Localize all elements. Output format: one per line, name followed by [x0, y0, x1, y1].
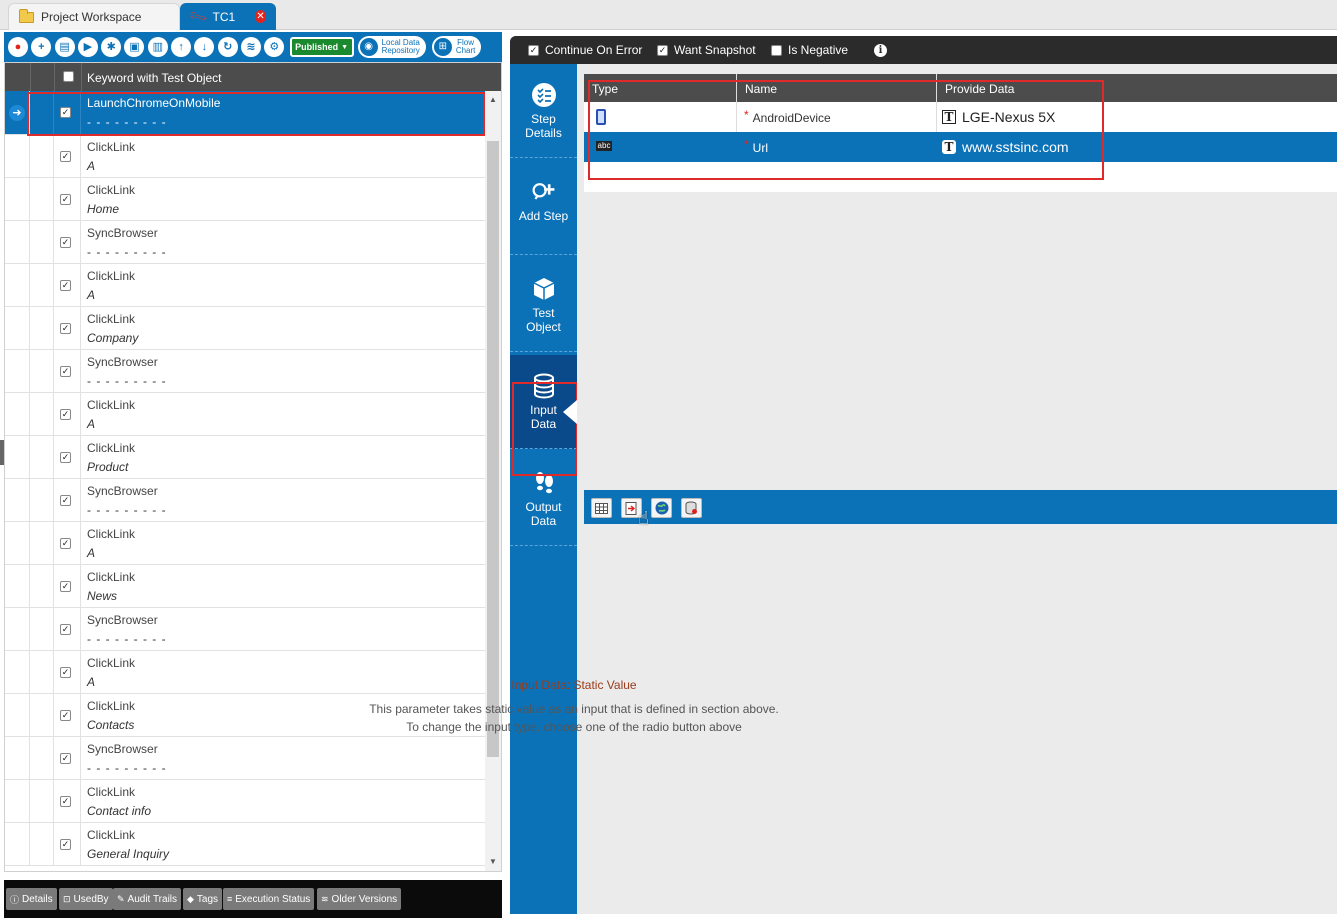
tab-project-workspace-label: Project Workspace [41, 10, 142, 24]
tab-bar: Project Workspace 🔧︎ TC1 ✕ [0, 0, 1337, 30]
arrow-up-icon: ↑ [178, 40, 184, 53]
flow-chart-button[interactable]: ⊞ Flow Chart [431, 36, 482, 58]
gear-icon: ⚙ [269, 40, 280, 53]
info-icon[interactable]: i [874, 44, 887, 57]
continue-on-error-checkbox[interactable]: ✓ [528, 44, 539, 56]
refresh-icon: ↻ [223, 40, 233, 53]
want-snapshot-label: Want Snapshot [674, 43, 756, 57]
is-negative-label: Is Negative [788, 43, 849, 57]
is-negative-option[interactable]: Is Negative [771, 43, 848, 57]
tab-tc1-label: TC1 [212, 9, 236, 24]
table-view-button[interactable]: ▤ [54, 37, 75, 57]
record-button[interactable]: ● [8, 37, 28, 57]
save-button[interactable]: ▣ [124, 37, 145, 57]
layers-button[interactable]: ≋ [240, 37, 261, 57]
table-icon: ▤ [59, 40, 70, 53]
flow-chart-line2: Chart [455, 46, 476, 55]
wrench-icon: 🔧︎ [187, 5, 209, 27]
record-icon: ● [14, 40, 22, 53]
current-step-arrow-icon: ➜ [9, 105, 25, 121]
message-title: Input Data: Static Value [511, 678, 637, 692]
message-line-1: This parameter takes static value as an … [369, 702, 779, 716]
want-snapshot-option[interactable]: ✓ Want Snapshot [657, 43, 756, 57]
local-data-repository-button[interactable]: ◉ Local Data Repository [357, 36, 426, 58]
debug-button[interactable]: ✱ [101, 37, 122, 57]
collapse-handle[interactable] [0, 440, 4, 465]
flow-chart-label: Flow Chart [456, 39, 476, 55]
flow-chart-icon: ⊞ [433, 38, 452, 56]
move-up-button[interactable]: ↑ [171, 37, 192, 57]
plus-icon: + [38, 40, 45, 53]
continue-on-error-label: Continue On Error [545, 43, 643, 57]
move-down-button[interactable]: ↓ [194, 37, 215, 57]
layers-icon: ≋ [246, 40, 256, 53]
published-label: Published [295, 42, 339, 52]
trash-icon: ▥ [152, 40, 163, 53]
published-status-dropdown[interactable]: Published ▼ [289, 37, 354, 57]
tab-project-workspace[interactable]: Project Workspace [8, 3, 180, 30]
folder-icon [19, 8, 34, 23]
delete-button[interactable]: ▥ [147, 37, 168, 57]
refresh-button[interactable]: ↻ [217, 37, 238, 57]
tab-tc1[interactable]: 🔧︎ TC1 ✕ [180, 3, 276, 30]
add-step-button[interactable]: + [31, 37, 52, 57]
message-line-2: To change the input type, choose one of … [406, 720, 742, 734]
step-editor-panel: ✓ Continue On Error ✓ Want Snapshot Is N… [369, 36, 1337, 914]
input-data-message: Input Data: Static Value This parameter … [37, 64, 797, 914]
play-icon: ▶ [83, 40, 93, 53]
settings-button[interactable]: ⚙ [264, 37, 285, 57]
continue-on-error-option[interactable]: ✓ Continue On Error [528, 43, 642, 57]
bug-icon: ✱ [106, 40, 116, 53]
info-icon: ⓘ [10, 894, 20, 905]
run-button[interactable]: ▶ [77, 37, 98, 57]
save-icon: ▣ [129, 40, 140, 53]
database-globe-icon: ◉ [359, 38, 378, 56]
is-negative-checkbox[interactable] [771, 44, 782, 56]
step-options-bar: ✓ Continue On Error ✓ Want Snapshot Is N… [510, 36, 1337, 64]
want-snapshot-checkbox[interactable]: ✓ [657, 44, 668, 56]
local-repo-line2: Repository [381, 46, 420, 55]
test-case-toolbar: ● + ▤ ▶ ✱ ▣ ▥ ↑ ↓ ↻ ≋ ⚙ Published ▼ ◉ Lo… [4, 32, 502, 62]
local-data-repository-label: Local Data Repository [382, 39, 420, 55]
caret-down-icon: ▼ [341, 43, 349, 51]
input-data-content: Type Name Provide Data * AndroidDevice TL… [369, 64, 1337, 914]
close-tab-icon[interactable]: ✕ [255, 10, 266, 23]
header-col-indicator [5, 63, 31, 91]
arrow-down-icon: ↓ [201, 40, 208, 53]
